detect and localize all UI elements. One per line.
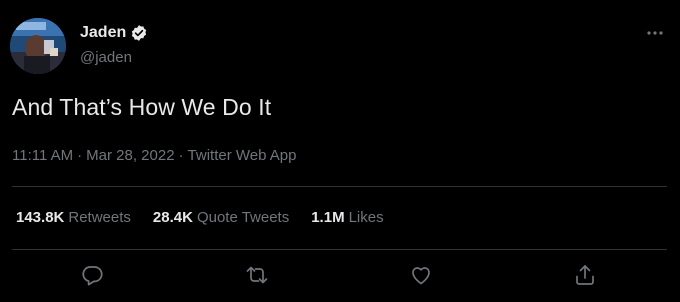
like-button[interactable] (409, 263, 433, 287)
share-button[interactable] (573, 263, 597, 287)
reply-icon (82, 266, 103, 286)
reply-button[interactable] (80, 263, 104, 287)
tweet-stats: 143.8K Retweets 28.4K Quote Tweets 1.1M … (16, 209, 384, 226)
share-icon (576, 265, 594, 285)
avatar-image (10, 18, 66, 74)
retweet-icon (246, 266, 268, 284)
likes-stat[interactable]: 1.1M Likes (311, 209, 383, 226)
quote-tweets-stat[interactable]: 28.4K Quote Tweets (153, 209, 289, 226)
divider (12, 249, 667, 250)
retweets-label: Retweets (68, 209, 131, 226)
quote-tweets-count: 28.4K (152, 209, 193, 226)
tweet-text: And That’s How We Do It (12, 94, 272, 120)
quote-tweets-label: Quote Tweets (196, 209, 290, 226)
tweet-time[interactable]: 11:11 AM (12, 147, 73, 164)
author-name-row[interactable]: Jaden (80, 24, 148, 42)
tweet-source[interactable]: Twitter Web App (188, 147, 297, 164)
retweets-count: 143.8K (16, 209, 65, 226)
tweet-meta: 11:11 AM · Mar 28, 2022 · Twitter Web Ap… (12, 147, 297, 164)
author-handle[interactable]: @jaden (80, 49, 132, 66)
tweet-card: Jaden @jaden And That’s How We Do It 11:… (0, 0, 680, 302)
meta-separator: · (77, 147, 83, 164)
tweet-date[interactable]: Mar 28, 2022 (86, 147, 174, 164)
more-dots-icon[interactable] (644, 26, 666, 40)
divider (12, 186, 667, 187)
meta-separator: · (178, 147, 184, 164)
likes-count: 1.1M (311, 209, 345, 226)
heart-icon (412, 267, 430, 285)
retweets-stat[interactable]: 143.8K Retweets (16, 209, 131, 226)
retweet-button[interactable] (245, 263, 269, 287)
likes-label: Likes (348, 209, 384, 226)
verified-badge-icon (130, 24, 148, 42)
avatar[interactable] (10, 18, 66, 74)
display-name[interactable]: Jaden (80, 24, 126, 42)
